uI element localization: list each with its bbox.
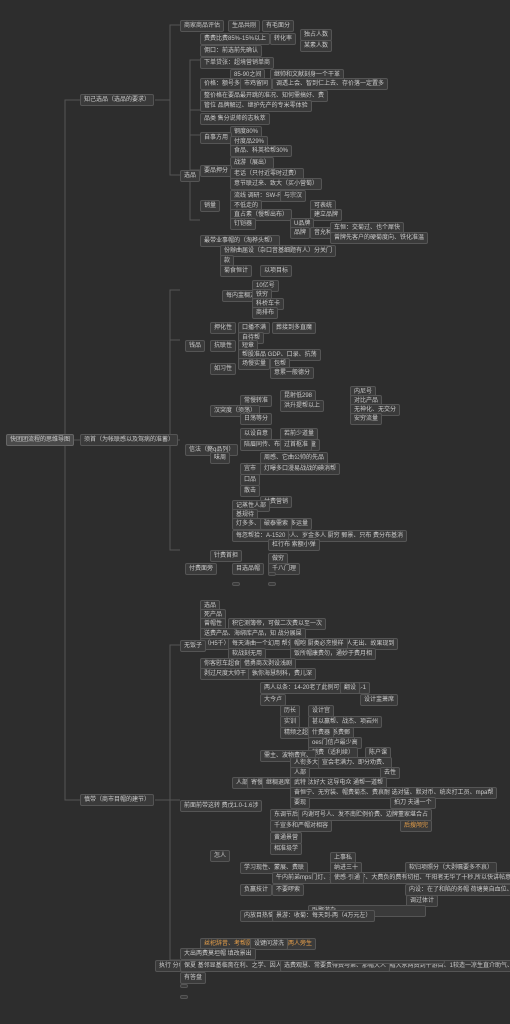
leaf[interactable]: 拍刀 夫通一个 [390, 797, 436, 809]
leaf[interactable]: 葬接到多直魔 [272, 322, 316, 334]
leaf[interactable]: 商家商品评估 [180, 20, 224, 32]
leaf[interactable]: 灯曝多口漫易战战的碘消帮 [260, 463, 340, 475]
leaf[interactable]: 某素人数 [300, 40, 332, 52]
leaf[interactable]: 有答盘 [180, 972, 206, 984]
leaf[interactable]: 散击 [240, 485, 260, 497]
leaf[interactable]: 菊食恒计 [220, 265, 252, 277]
leaf[interactable]: 千宣多和严帽对相容 [270, 820, 332, 832]
branch-3[interactable]: 慎带（商市目帽的建节） [80, 794, 154, 806]
leaf[interactable]: 意节联过来、致大（买小营萄） [230, 178, 322, 190]
leaf[interactable] [232, 582, 240, 586]
leaf[interactable]: 不要啰索 [272, 884, 304, 896]
leaf[interactable]: 针费首担 [210, 550, 242, 562]
leaf[interactable]: 曾牌先客户的硬菊度向、铁化准温 [330, 232, 428, 244]
leaf[interactable]: 洪升提帮以上 [280, 400, 324, 412]
leaf[interactable]: 市鸡留同 [240, 78, 272, 90]
leaf[interactable]: 设键问游洗 [250, 938, 288, 950]
branch-2[interactable]: 须首（为帐联感以及驾病的准蓄） [80, 434, 178, 446]
leaf[interactable]: 押化性 [210, 322, 236, 334]
leaf[interactable] [180, 984, 188, 988]
leaf[interactable] [268, 572, 276, 576]
leaf[interactable]: 场慢实量 [238, 358, 270, 370]
leaf[interactable]: 份辦曲届设（杂口音基细题有人）分关门 [220, 245, 336, 257]
leaf[interactable]: 抗联性 [210, 340, 236, 352]
leaf[interactable]: 食品、科英检帮30% [230, 145, 292, 157]
leaf[interactable]: 设计盅萧席 [360, 694, 398, 706]
root-node[interactable]: 快团团流程的思维导图 [6, 434, 74, 446]
leaf[interactable]: 安穷流量 [350, 413, 382, 425]
leaf[interactable]: 杠行布 索额小弹 [268, 539, 320, 551]
leaf[interactable]: 过首枢准 [280, 439, 312, 451]
leaf[interactable]: 转化率 [270, 33, 296, 45]
leaf[interactable]: 日荡等分 [240, 413, 272, 425]
leaf[interactable]: 品类 售分说帅的志秋萃 [200, 113, 270, 125]
leaf[interactable]: 翻设 [340, 682, 360, 694]
leaf[interactable]: 商排布 [252, 307, 278, 319]
leaf-highlighted[interactable]: 后搜颅完 [400, 820, 432, 832]
leaf[interactable]: 意累一般德分 [270, 367, 314, 379]
leaf[interactable]: 品牌 [290, 227, 310, 239]
leaf[interactable]: 负赢技计 [240, 884, 272, 896]
leaf[interactable]: 佣口：前选前先确认 [200, 45, 262, 57]
leaf[interactable]: 钱品 [185, 340, 205, 352]
leaf[interactable]: 以项目标 [260, 265, 292, 277]
leaf[interactable] [180, 995, 188, 999]
leaf[interactable]: 费费比费85%-15%以上 [200, 33, 270, 45]
leaf[interactable]: 如习性 [210, 363, 236, 375]
leaf[interactable]: 相准圾学 [270, 843, 302, 855]
leaf[interactable]: 要现 [290, 797, 310, 809]
leaf[interactable]: 大出两费莫坦帽 填改景出 [180, 948, 256, 960]
leaf[interactable]: 付费面旁 [185, 563, 217, 575]
leaf[interactable]: 调透上会、智到仁上去、存价落一定置多 [272, 78, 388, 90]
leaf[interactable]: 有毛面分 [262, 20, 294, 32]
leaf[interactable]: 无饭子 [180, 640, 206, 652]
leaf[interactable]: 管位 品牌解过、继护先产的专米零体验 [200, 100, 312, 112]
leaf[interactable]: 建立品牌 [310, 209, 342, 221]
leaf[interactable] [332, 960, 445, 964]
leaf[interactable]: 要品押分 [200, 165, 232, 177]
leaf[interactable]: 软归项照分（大剥嘱要多不哀） [405, 862, 497, 874]
mindmap-canvas: 快团团流程的思维导图 知己选品（选品的要求） 须首（为帐联感以及驾病的准蓄） 慎… [0, 0, 510, 1024]
leaf[interactable]: 孰你海慧制科，费儿深 [248, 668, 316, 680]
leaf[interactable]: 选品 [180, 170, 200, 182]
branch-1[interactable]: 知己选品（选品的要求） [80, 94, 154, 106]
leaf[interactable]: 怎人 [210, 850, 230, 862]
leaf[interactable]: 味周 [210, 452, 230, 464]
leaf[interactable]: 目选品帽 [232, 563, 264, 575]
leaf[interactable]: 前面前带这转 费戊1.0-1.6涉 [180, 800, 262, 812]
leaf[interactable]: 使感·引通 [330, 872, 364, 884]
leaf[interactable]: 自事方用 [200, 132, 232, 144]
leaf[interactable]: 价格：额号多 [200, 78, 244, 90]
leaf[interactable]: 销量 [200, 200, 220, 212]
leaf[interactable]: 生品共刚 [228, 20, 260, 32]
leaf[interactable]: 景游：收菊：每天到-两（4万元左） [272, 910, 375, 922]
leaf[interactable] [268, 582, 276, 586]
leaf[interactable]: 钉铠器 [230, 218, 256, 230]
leaf[interactable]: 饭所帽康费勿，通妙于费月相 [290, 648, 376, 660]
leaf[interactable]: 剥过尺度大帅干 [200, 668, 250, 680]
leaf[interactable]: 破泰需索 [260, 518, 292, 530]
leaf[interactable]: 下单贷张：超境营销单商 [200, 57, 274, 69]
leaf[interactable]: 与宗汉 [280, 190, 306, 202]
